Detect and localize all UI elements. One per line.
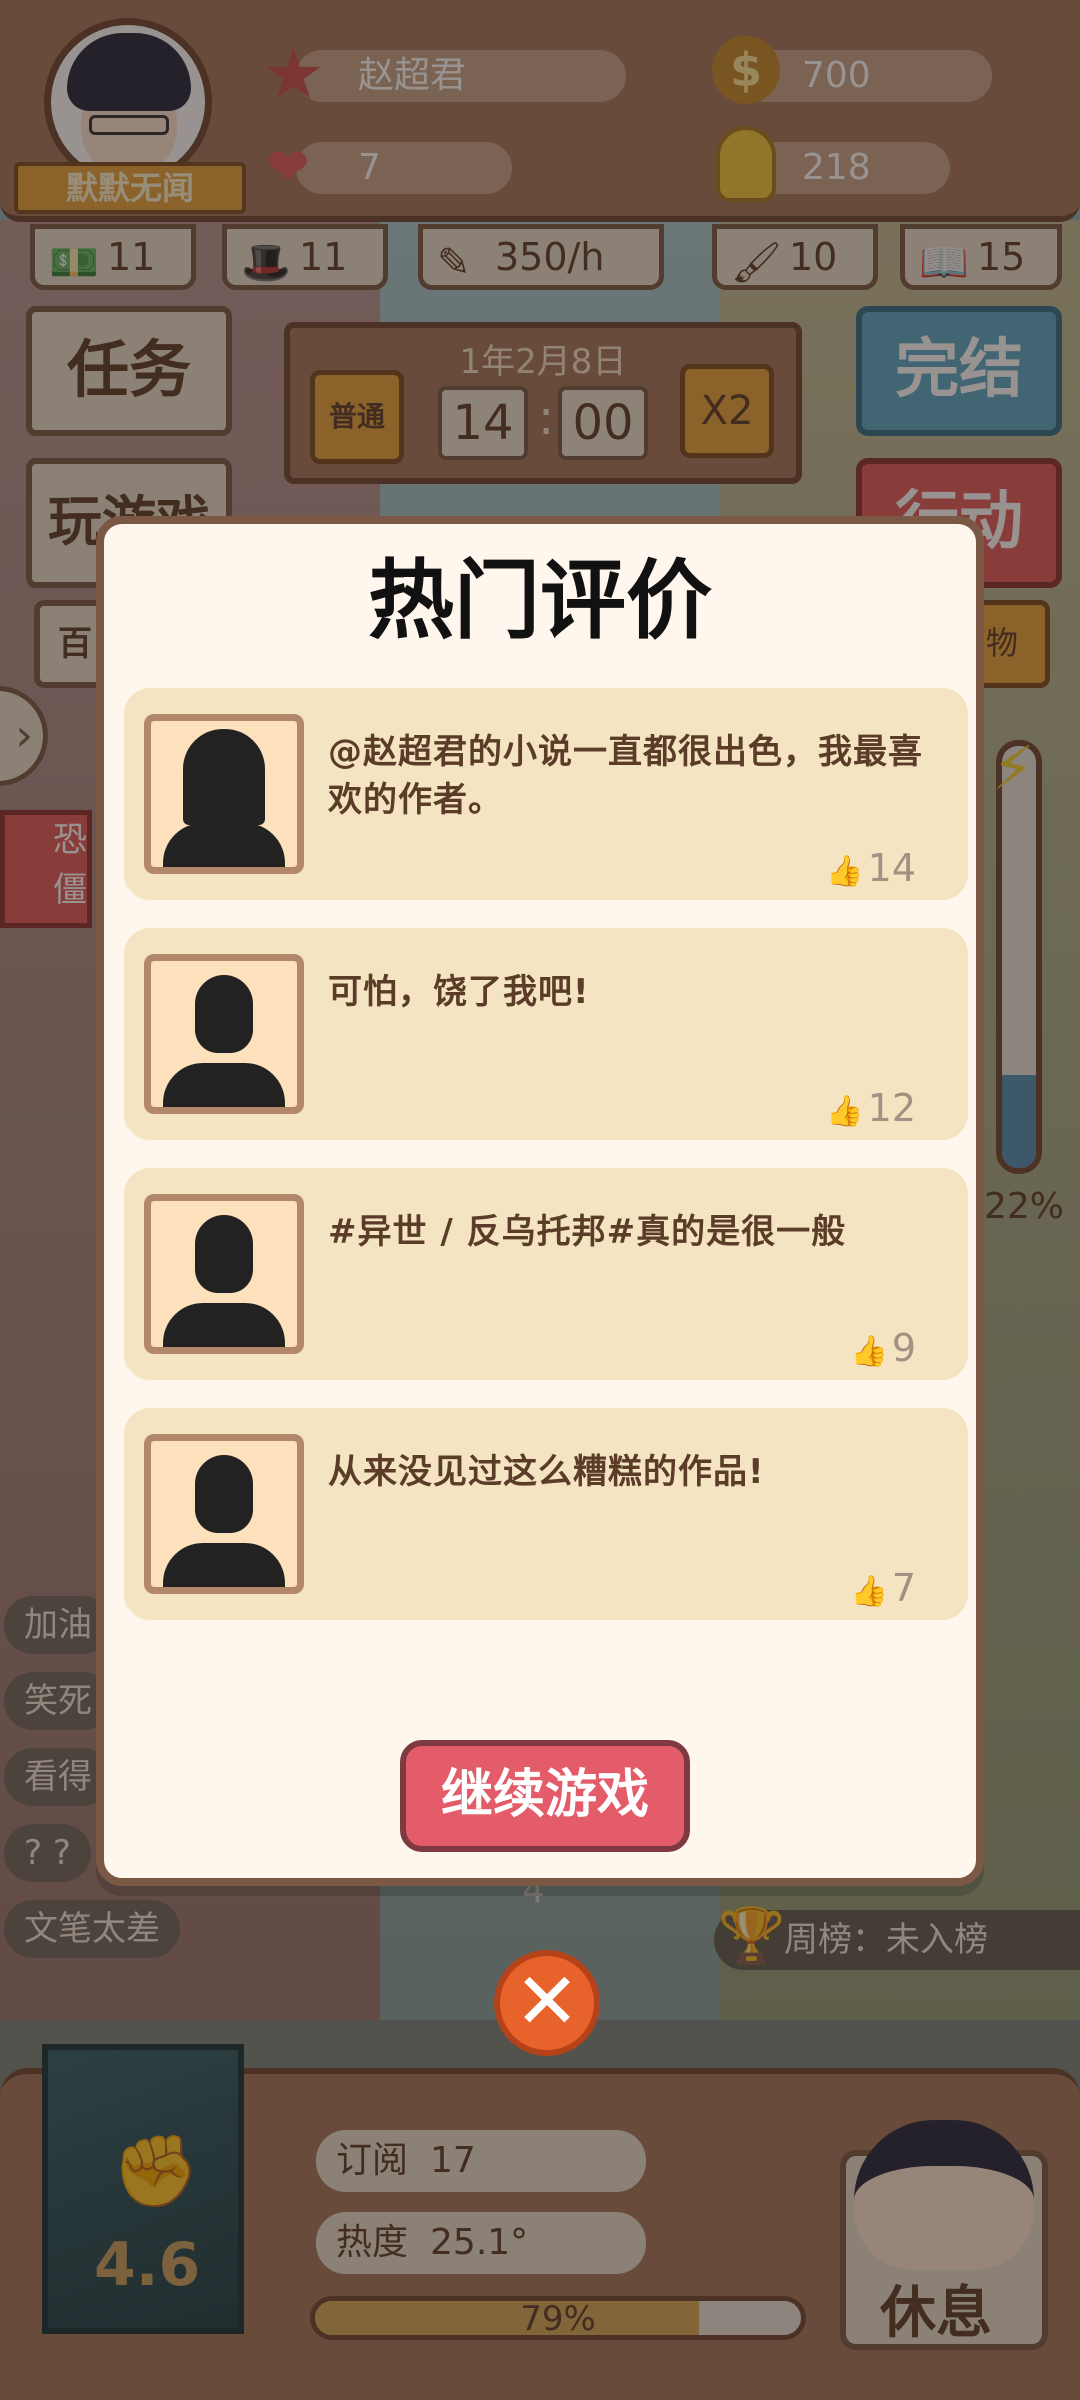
- thumbs-up-icon: 👍: [850, 1334, 888, 1369]
- male-avatar-icon: [144, 1194, 304, 1354]
- thumbs-up-icon: 👍: [826, 854, 864, 889]
- review-text: @赵超君的小说一直都很出色，我最喜欢的作者。: [328, 732, 923, 820]
- close-icon[interactable]: ✕: [494, 1950, 600, 2056]
- male-avatar-icon: [144, 1434, 304, 1594]
- female-avatar-icon: [144, 714, 304, 874]
- male-avatar-icon: [144, 954, 304, 1114]
- thumbs-up-icon: 👍: [850, 1574, 888, 1609]
- review-text: #异世 / 反乌托邦#真的是很一般: [328, 1212, 847, 1252]
- review-likes[interactable]: 👍 9: [850, 1326, 916, 1370]
- thumbs-up-icon: 👍: [826, 1094, 864, 1129]
- review-likes[interactable]: 👍 7: [850, 1566, 916, 1610]
- hot-reviews-dialog: 热门评价 @赵超君的小说一直都很出色，我最喜欢的作者。 👍 14 可怕，饶了我吧!…: [96, 516, 984, 1886]
- review-likes[interactable]: 👍 14: [826, 846, 916, 890]
- review-card: 可怕，饶了我吧! 👍 12: [124, 928, 968, 1140]
- review-card: @赵超君的小说一直都很出色，我最喜欢的作者。 👍 14: [124, 688, 968, 900]
- review-likes[interactable]: 👍 12: [826, 1086, 916, 1130]
- dialog-title: 热门评价: [368, 551, 712, 651]
- continue-game-button[interactable]: 继续游戏: [400, 1740, 690, 1852]
- review-text: 可怕，饶了我吧!: [328, 972, 590, 1012]
- review-card: 从来没见过这么糟糕的作品! 👍 7: [124, 1408, 968, 1620]
- review-text: 从来没见过这么糟糕的作品!: [328, 1452, 765, 1492]
- review-card: #异世 / 反乌托邦#真的是很一般 👍 9: [124, 1168, 968, 1380]
